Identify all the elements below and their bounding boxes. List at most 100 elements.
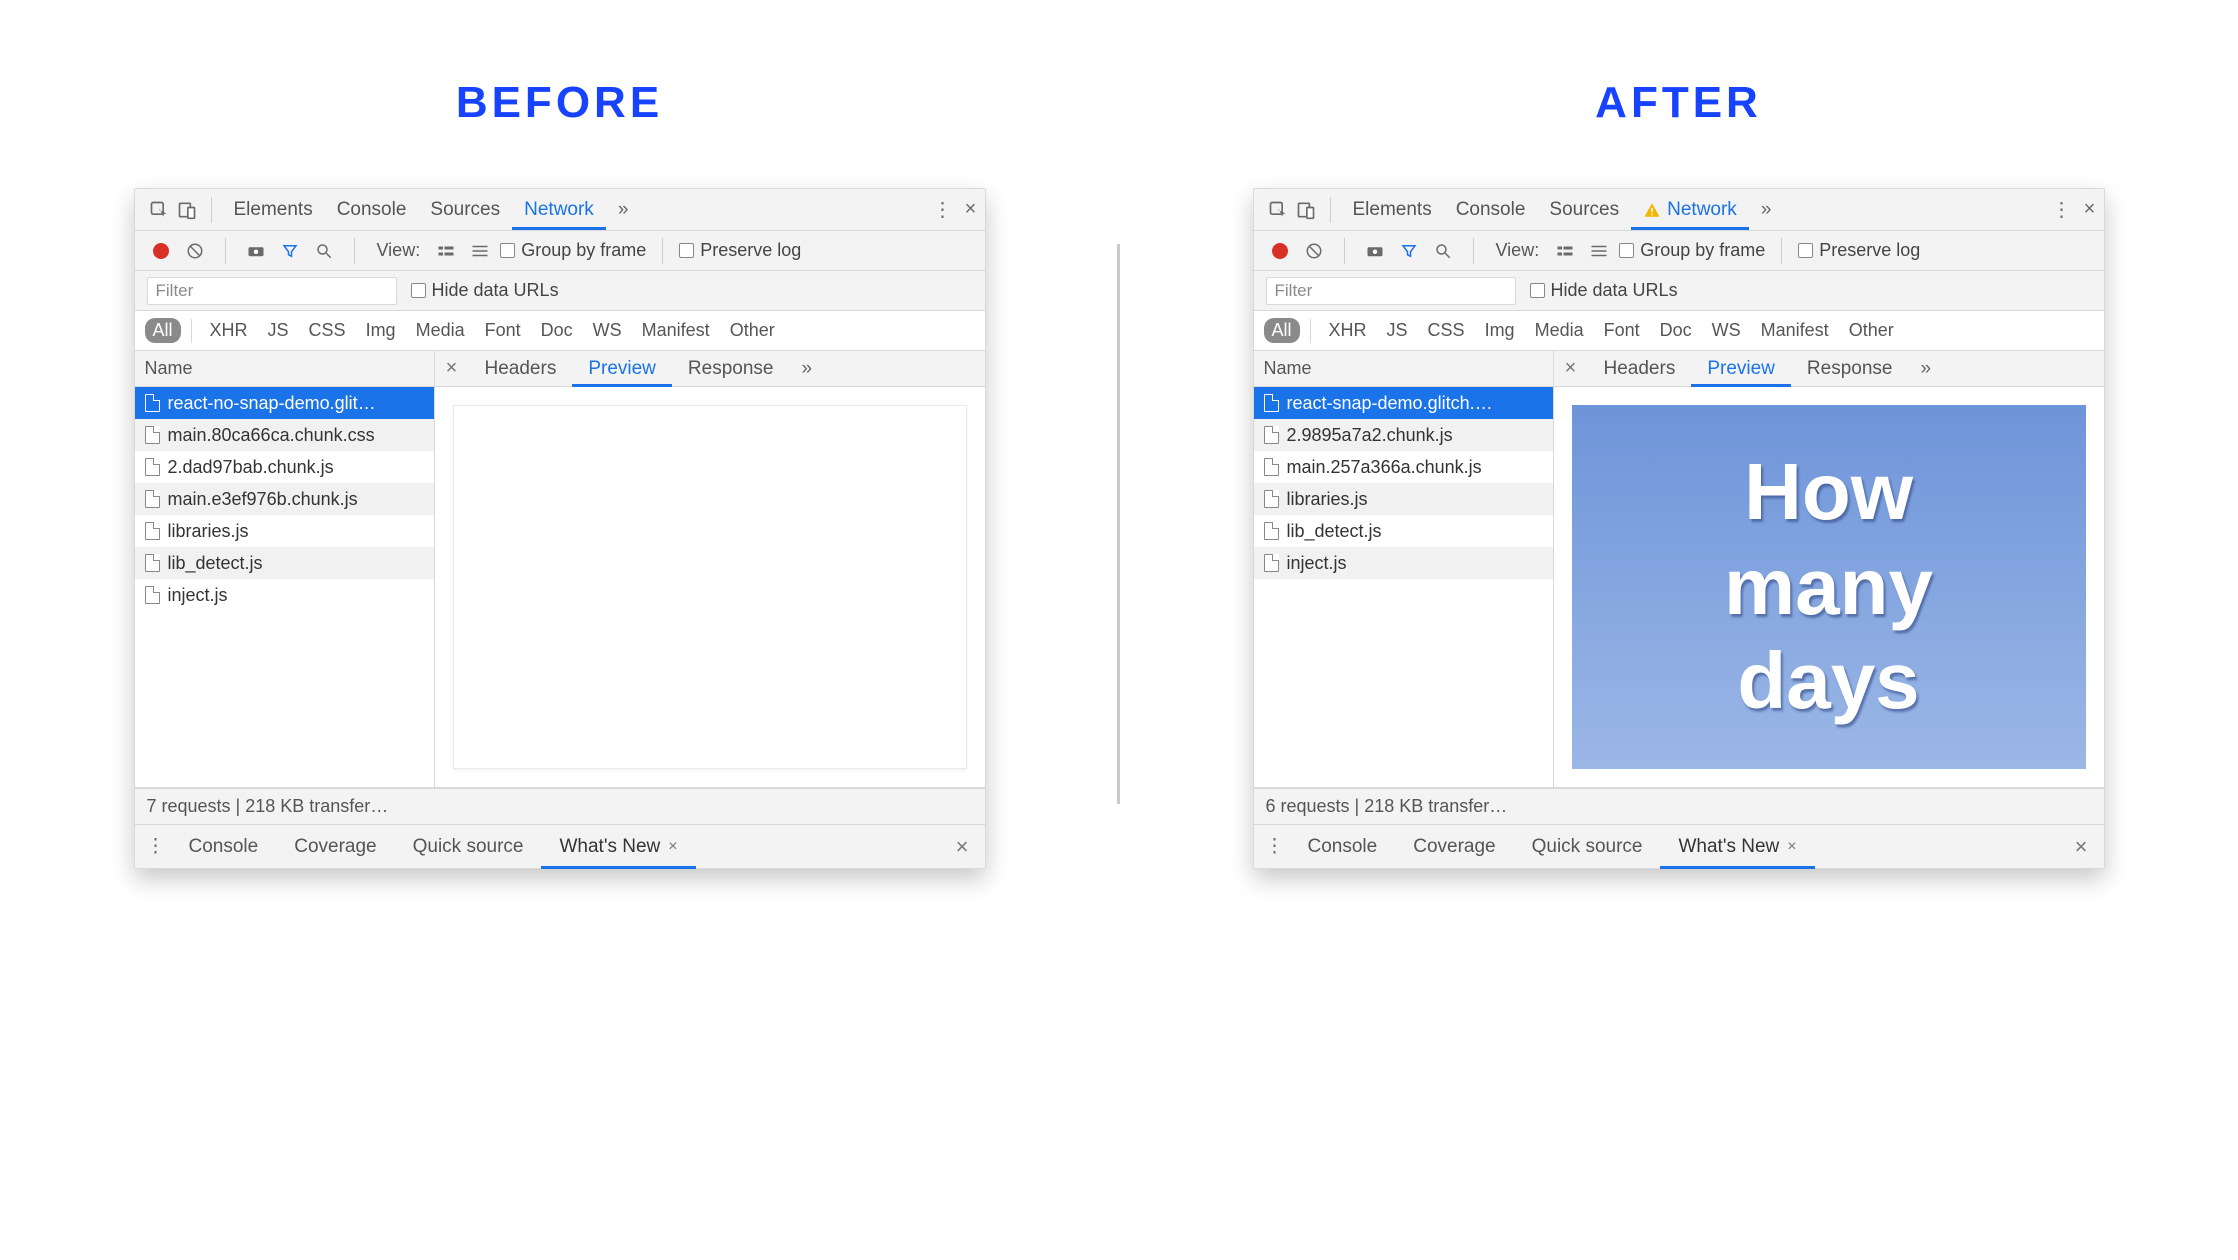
request-row[interactable]: main.80ca66ca.chunk.css [135, 419, 434, 451]
drawer-kebab-icon[interactable]: ⋮ [141, 835, 171, 858]
filter-pill-css[interactable]: CSS [301, 318, 354, 343]
close-detail-icon[interactable]: × [1554, 357, 1588, 380]
filter-pill-font[interactable]: Font [1596, 318, 1648, 343]
request-row[interactable]: react-snap-demo.glitch.… [1254, 387, 1553, 419]
separator [211, 197, 212, 223]
clear-icon[interactable] [181, 237, 209, 265]
detail-tab-preview[interactable]: Preview [1691, 351, 1791, 387]
close-drawer-icon[interactable]: × [940, 834, 985, 860]
filter-pill-img[interactable]: Img [358, 318, 404, 343]
view-large-icon[interactable] [1551, 237, 1579, 265]
drawer-kebab-icon[interactable]: ⋮ [1260, 835, 1290, 858]
detail-tab-response[interactable]: Response [672, 351, 790, 387]
drawer-tab-quicksource[interactable]: Quick source [1514, 825, 1661, 869]
group-by-frame-checkbox[interactable]: Group by frame [500, 240, 646, 261]
close-tab-icon[interactable]: × [668, 838, 677, 856]
clear-icon[interactable] [1300, 237, 1328, 265]
view-small-icon[interactable] [466, 237, 494, 265]
drawer-tab-console[interactable]: Console [1290, 825, 1396, 869]
filter-pill-xhr[interactable]: XHR [1321, 318, 1375, 343]
more-tabs-icon[interactable]: » [1749, 199, 1784, 221]
hide-data-urls-checkbox[interactable]: Hide data URLs [1530, 280, 1678, 301]
filter-pill-media[interactable]: Media [1527, 318, 1592, 343]
drawer-tab-console[interactable]: Console [171, 825, 277, 869]
filter-pill-img[interactable]: Img [1477, 318, 1523, 343]
tab-sources[interactable]: Sources [1537, 190, 1631, 230]
filter-pill-ws[interactable]: WS [1704, 318, 1749, 343]
filter-pill-doc[interactable]: Doc [533, 318, 581, 343]
view-small-icon[interactable] [1585, 237, 1613, 265]
search-icon[interactable] [1429, 237, 1457, 265]
filter-pill-ws[interactable]: WS [585, 318, 630, 343]
request-row[interactable]: react-no-snap-demo.glit… [135, 387, 434, 419]
screenshot-icon[interactable] [1361, 237, 1389, 265]
detail-tab-headers[interactable]: Headers [1588, 351, 1692, 387]
filter-pill-manifest[interactable]: Manifest [634, 318, 718, 343]
close-devtools-icon[interactable]: × [957, 196, 985, 224]
request-row[interactable]: main.e3ef976b.chunk.js [135, 483, 434, 515]
tab-network[interactable]: Network [512, 190, 606, 230]
record-icon[interactable] [147, 237, 175, 265]
kebab-menu-icon[interactable]: ⋮ [2048, 196, 2076, 224]
drawer-tab-coverage[interactable]: Coverage [1395, 825, 1513, 869]
tab-elements[interactable]: Elements [1341, 190, 1444, 230]
filter-pill-all[interactable]: All [1264, 318, 1300, 343]
filter-icon[interactable] [276, 237, 304, 265]
request-row[interactable]: lib_detect.js [135, 547, 434, 579]
filter-pill-xhr[interactable]: XHR [202, 318, 256, 343]
filter-pill-font[interactable]: Font [477, 318, 529, 343]
filter-input[interactable]: Filter [1266, 277, 1516, 305]
filter-input[interactable]: Filter [147, 277, 397, 305]
tab-network[interactable]: Network [1631, 190, 1749, 230]
request-row[interactable]: libraries.js [135, 515, 434, 547]
drawer-tab-coverage[interactable]: Coverage [276, 825, 394, 869]
request-row[interactable]: inject.js [1254, 547, 1553, 579]
detail-tab-headers[interactable]: Headers [469, 351, 573, 387]
filter-pill-all[interactable]: All [145, 318, 181, 343]
group-by-frame-checkbox[interactable]: Group by frame [1619, 240, 1765, 261]
tab-console[interactable]: Console [325, 190, 419, 230]
detail-tab-preview[interactable]: Preview [572, 351, 672, 387]
request-row[interactable]: inject.js [135, 579, 434, 611]
close-tab-icon[interactable]: × [1787, 838, 1796, 856]
record-icon[interactable] [1266, 237, 1294, 265]
filter-pill-media[interactable]: Media [408, 318, 473, 343]
screenshot-icon[interactable] [242, 237, 270, 265]
request-row[interactable]: 2.9895a7a2.chunk.js [1254, 419, 1553, 451]
view-large-icon[interactable] [432, 237, 460, 265]
filter-icon[interactable] [1395, 237, 1423, 265]
detail-tab-response[interactable]: Response [1791, 351, 1909, 387]
close-drawer-icon[interactable]: × [2059, 834, 2104, 860]
filter-pill-doc[interactable]: Doc [1652, 318, 1700, 343]
drawer-tab-whatsnew[interactable]: What's New× [1660, 825, 1814, 869]
request-row[interactable]: 2.dad97bab.chunk.js [135, 451, 434, 483]
filter-pill-other[interactable]: Other [1841, 318, 1902, 343]
request-row[interactable]: main.257a366a.chunk.js [1254, 451, 1553, 483]
request-row[interactable]: lib_detect.js [1254, 515, 1553, 547]
drawer-tab-quicksource[interactable]: Quick source [395, 825, 542, 869]
more-detail-tabs-icon[interactable]: » [789, 358, 824, 380]
hide-data-urls-checkbox[interactable]: Hide data URLs [411, 280, 559, 301]
filter-pill-js[interactable]: JS [1379, 318, 1416, 343]
tab-elements[interactable]: Elements [222, 190, 325, 230]
more-tabs-icon[interactable]: » [606, 199, 641, 221]
kebab-menu-icon[interactable]: ⋮ [929, 196, 957, 224]
preserve-log-checkbox[interactable]: Preserve log [1798, 240, 1920, 261]
drawer-tab-whatsnew[interactable]: What's New× [541, 825, 695, 869]
element-picker-icon[interactable] [145, 196, 173, 224]
close-devtools-icon[interactable]: × [2076, 196, 2104, 224]
tab-sources[interactable]: Sources [418, 190, 512, 230]
element-picker-icon[interactable] [1264, 196, 1292, 224]
close-detail-icon[interactable]: × [435, 357, 469, 380]
preserve-log-checkbox[interactable]: Preserve log [679, 240, 801, 261]
tab-console[interactable]: Console [1444, 190, 1538, 230]
search-icon[interactable] [310, 237, 338, 265]
filter-pill-js[interactable]: JS [260, 318, 297, 343]
filter-pill-manifest[interactable]: Manifest [1753, 318, 1837, 343]
device-toolbar-icon[interactable] [173, 196, 201, 224]
request-row[interactable]: libraries.js [1254, 483, 1553, 515]
filter-pill-other[interactable]: Other [722, 318, 783, 343]
filter-pill-css[interactable]: CSS [1420, 318, 1473, 343]
device-toolbar-icon[interactable] [1292, 196, 1320, 224]
more-detail-tabs-icon[interactable]: » [1908, 358, 1943, 380]
